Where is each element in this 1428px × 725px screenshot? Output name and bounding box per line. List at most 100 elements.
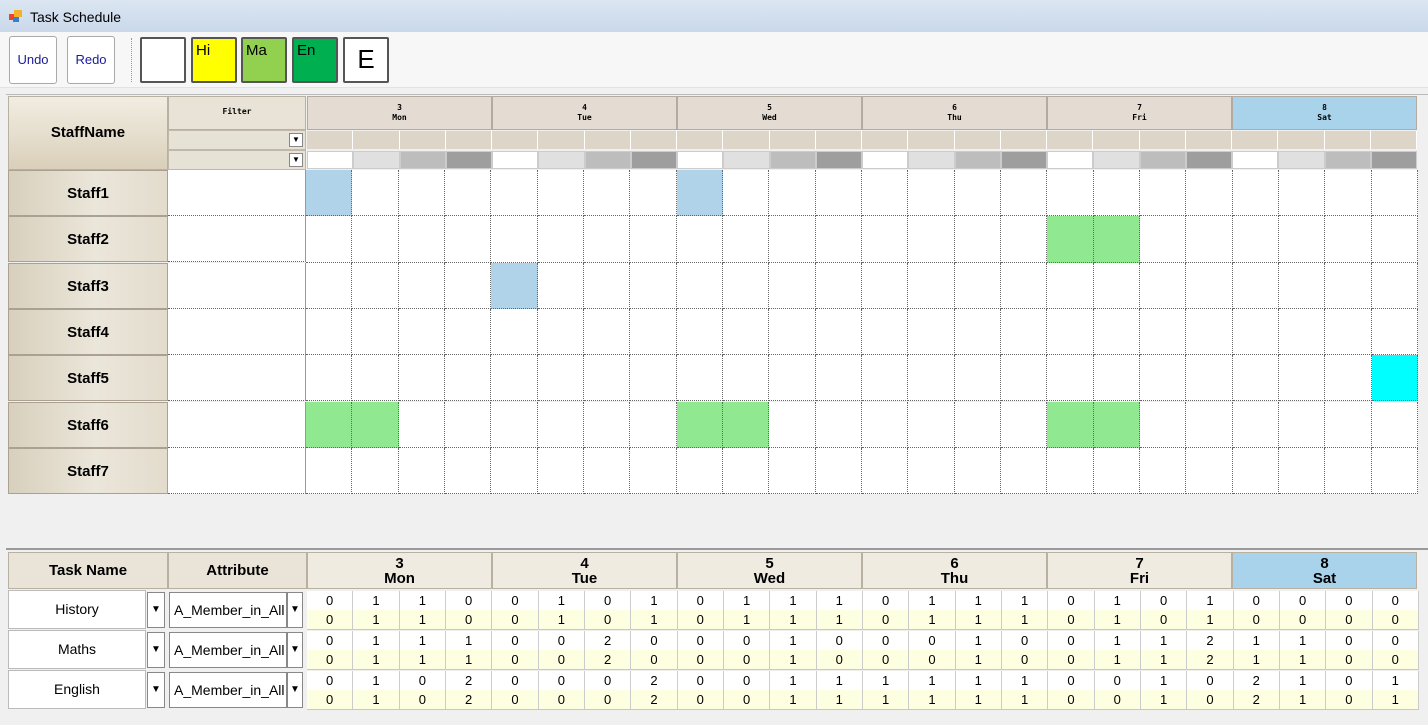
schedule-cell[interactable] <box>491 170 538 217</box>
schedule-cell[interactable] <box>1000 355 1048 402</box>
schedule-cell[interactable] <box>861 262 909 309</box>
schedule-cell[interactable] <box>1047 447 1094 495</box>
schedule-cell[interactable] <box>1047 262 1094 309</box>
schedule-cell[interactable] <box>398 216 445 263</box>
schedule-cell[interactable] <box>444 447 492 495</box>
schedule-cell[interactable] <box>908 262 955 309</box>
schedule-cell[interactable] <box>444 308 492 356</box>
schedule-cell[interactable] <box>1278 308 1326 356</box>
schedule-cell[interactable] <box>1047 216 1094 263</box>
schedule-cell[interactable] <box>491 355 538 402</box>
schedule-cell[interactable] <box>491 308 538 356</box>
schedule-cell[interactable] <box>769 308 816 356</box>
schedule-cell[interactable] <box>1232 308 1279 356</box>
schedule-cell[interactable] <box>444 216 492 263</box>
schedule-cell[interactable] <box>491 216 538 263</box>
task-day-header-mon[interactable]: 3 Mon <box>307 552 492 589</box>
chevron-down-icon[interactable]: ▼ <box>147 592 165 628</box>
schedule-cell[interactable] <box>1278 447 1326 495</box>
schedule-cell[interactable] <box>1093 401 1140 448</box>
schedule-cell[interactable] <box>630 355 677 402</box>
schedule-cell[interactable] <box>954 355 1001 402</box>
swatch-maths[interactable]: Ma <box>241 37 287 83</box>
schedule-cell[interactable] <box>398 170 445 217</box>
schedule-cell[interactable] <box>1093 170 1140 217</box>
schedule-cell[interactable] <box>954 447 1001 495</box>
schedule-cell[interactable] <box>1000 262 1048 309</box>
schedule-cell[interactable] <box>769 447 816 495</box>
schedule-cell[interactable] <box>537 355 584 402</box>
schedule-cell[interactable] <box>1278 262 1326 309</box>
schedule-cell[interactable] <box>537 447 584 495</box>
schedule-cell[interactable] <box>1371 262 1418 309</box>
schedule-cell[interactable] <box>537 308 584 356</box>
schedule-cell[interactable] <box>954 401 1001 448</box>
schedule-cell[interactable] <box>398 401 445 448</box>
schedule-cell[interactable] <box>1232 262 1279 309</box>
schedule-cell[interactable] <box>1325 447 1372 495</box>
attribute-select[interactable]: A_Member_in_All <box>169 632 287 668</box>
schedule-cell[interactable] <box>1232 170 1279 217</box>
schedule-cell[interactable] <box>1325 401 1372 448</box>
schedule-cell[interactable] <box>1278 216 1326 263</box>
schedule-cell[interactable] <box>769 401 816 448</box>
schedule-cell[interactable] <box>676 262 723 309</box>
schedule-cell[interactable] <box>1232 447 1279 495</box>
schedule-cell[interactable] <box>1047 401 1094 448</box>
schedule-cell[interactable] <box>676 355 723 402</box>
schedule-cell[interactable] <box>1139 216 1187 263</box>
schedule-cell[interactable] <box>908 401 955 448</box>
schedule-cell[interactable] <box>352 216 399 263</box>
schedule-cell[interactable] <box>815 401 862 448</box>
schedule-cell[interactable] <box>491 262 538 309</box>
chevron-down-icon[interactable]: ▼ <box>287 632 303 668</box>
swatch-blank[interactable] <box>140 37 186 83</box>
schedule-cell[interactable] <box>583 355 631 402</box>
task-day-header-thu[interactable]: 6 Thu <box>862 552 1047 589</box>
day-header-sat[interactable]: 8 Sat <box>1232 96 1417 130</box>
schedule-cell[interactable] <box>444 262 492 309</box>
staff-name-header[interactable]: StaffName <box>8 96 168 170</box>
schedule-cell[interactable] <box>306 262 353 309</box>
redo-button[interactable]: Redo <box>67 36 115 84</box>
schedule-cell[interactable] <box>815 355 862 402</box>
schedule-cell[interactable] <box>1047 170 1094 217</box>
chevron-down-icon[interactable]: ▼ <box>289 153 303 167</box>
schedule-cell[interactable] <box>861 401 909 448</box>
schedule-cell[interactable] <box>352 355 399 402</box>
schedule-cell[interactable] <box>1186 447 1233 495</box>
day-header-thu[interactable]: 6 Thu <box>862 96 1047 130</box>
schedule-cell[interactable] <box>1139 308 1187 356</box>
schedule-cell[interactable] <box>1232 216 1279 263</box>
schedule-cell[interactable] <box>583 401 631 448</box>
staff-row-header[interactable]: Staff5 <box>8 355 168 402</box>
schedule-cell[interactable] <box>630 216 677 263</box>
schedule-cell[interactable] <box>352 401 399 448</box>
schedule-cell[interactable] <box>1000 308 1048 356</box>
swatch-english[interactable]: En <box>292 37 338 83</box>
schedule-cell[interactable] <box>861 447 909 495</box>
schedule-cell[interactable] <box>815 170 862 217</box>
schedule-cell[interactable] <box>908 447 955 495</box>
schedule-cell[interactable] <box>676 170 723 217</box>
schedule-cell[interactable] <box>306 216 353 263</box>
task-day-header-fri[interactable]: 7 Fri <box>1047 552 1232 589</box>
schedule-cell[interactable] <box>908 216 955 263</box>
schedule-cell[interactable] <box>444 355 492 402</box>
schedule-cell[interactable] <box>1232 355 1279 402</box>
filter-combo-1[interactable]: ▼ <box>168 130 306 150</box>
schedule-cell[interactable] <box>537 401 584 448</box>
schedule-cell[interactable] <box>1000 447 1048 495</box>
schedule-cell[interactable] <box>1047 308 1094 356</box>
schedule-cell[interactable] <box>1139 262 1187 309</box>
schedule-cell[interactable] <box>1325 308 1372 356</box>
schedule-cell[interactable] <box>954 216 1001 263</box>
filter-combo-2[interactable]: ▼ <box>168 150 306 170</box>
schedule-cell[interactable] <box>1186 355 1233 402</box>
schedule-cell[interactable] <box>352 262 399 309</box>
chevron-down-icon[interactable]: ▼ <box>147 672 165 708</box>
schedule-cell[interactable] <box>1371 447 1418 495</box>
schedule-cell[interactable] <box>1093 262 1140 309</box>
schedule-cell[interactable] <box>306 447 353 495</box>
schedule-cell[interactable] <box>722 447 770 495</box>
